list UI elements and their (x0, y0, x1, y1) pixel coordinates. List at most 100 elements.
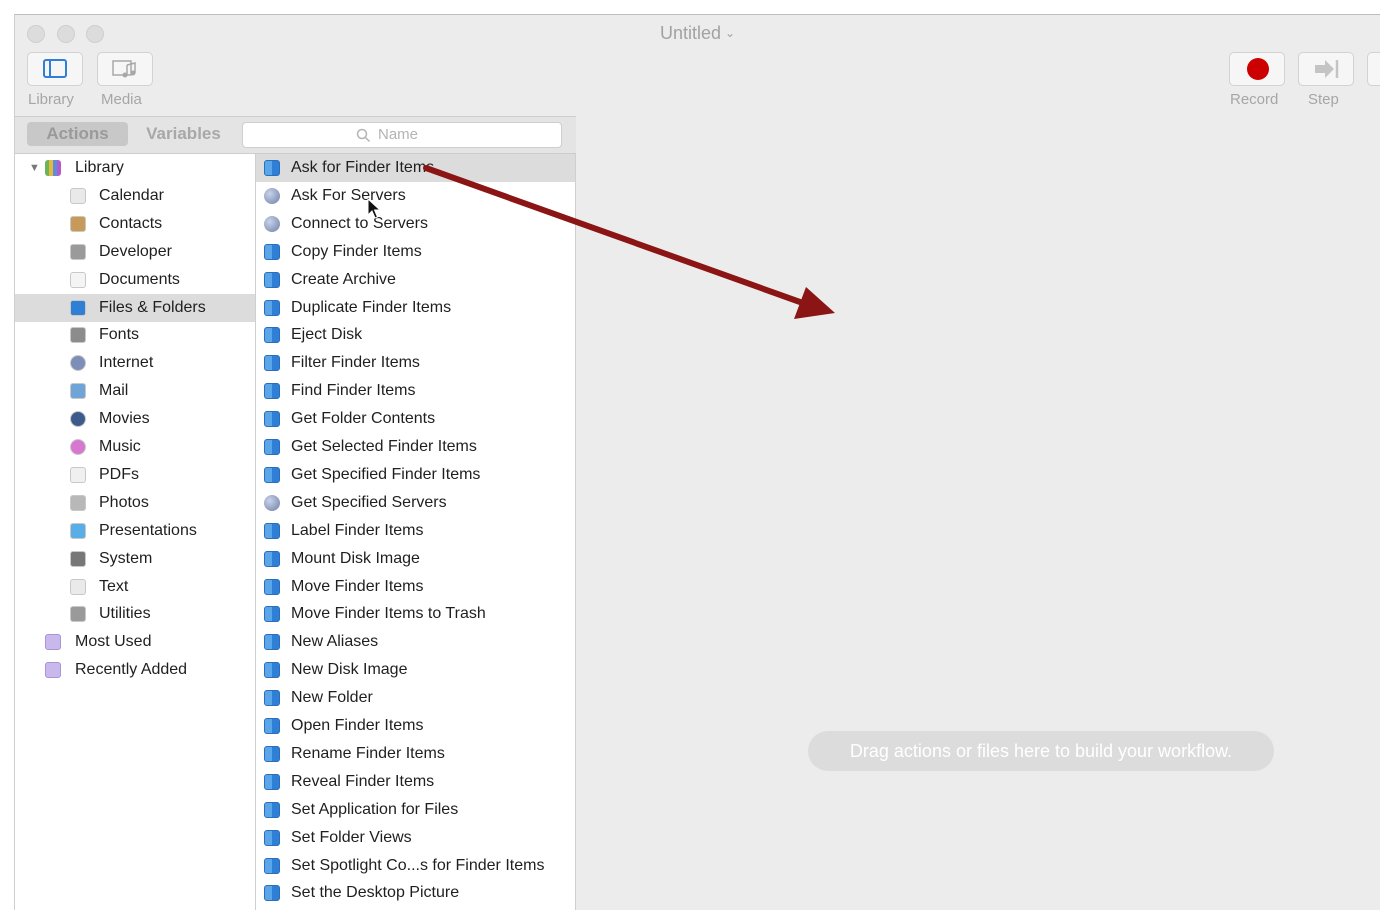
finder-icon (264, 857, 280, 874)
globe-icon (264, 494, 280, 511)
media-label: Media (101, 91, 142, 108)
search-icon (356, 128, 371, 143)
action-item-label: Rename Finder Items (291, 744, 445, 762)
action-item-label: Filter Finder Items (291, 354, 420, 372)
library-item-label: Text (99, 577, 129, 595)
documents-icon (70, 271, 86, 288)
library-item-label: Developer (99, 242, 172, 260)
library-item-label: Fonts (99, 326, 140, 344)
smart-folder-icon (45, 662, 61, 679)
action-item-label: Move Finder Items (291, 577, 424, 595)
record-button[interactable] (1229, 52, 1285, 86)
finder-icon (264, 327, 280, 344)
search-placeholder: Name (378, 126, 419, 143)
record-label: Record (1230, 91, 1279, 108)
tab-variables[interactable]: Variables (136, 122, 231, 146)
text-icon (70, 578, 86, 595)
library-item-label: Mail (99, 382, 129, 400)
step-label: Step (1308, 91, 1339, 108)
action-item-label: Find Finder Items (291, 382, 416, 400)
action-item-label: Label Finder Items (291, 521, 424, 539)
finder-icon (264, 662, 280, 679)
finder-icon (264, 773, 280, 790)
library-item-label: Presentations (99, 521, 197, 539)
library-icon (45, 160, 61, 176)
action-item-label: Get Specified Servers (291, 493, 447, 511)
library-item-label: Contacts (99, 214, 163, 232)
action-item-label: Create Archive (291, 270, 396, 288)
globe-icon (264, 215, 280, 232)
window-title-text: Untitled (659, 23, 721, 43)
window-title[interactable]: Untitled ⌄ (15, 23, 1380, 44)
library-root-label: Library (75, 159, 124, 176)
globe-icon (264, 187, 280, 204)
tab-actions[interactable]: Actions (27, 122, 128, 146)
fonts-icon (70, 327, 86, 344)
action-item-label: New Folder (291, 689, 373, 707)
action-item-label: Get Specified Finder Items (291, 465, 481, 483)
internet-icon (70, 355, 86, 372)
action-item-label: Mount Disk Image (291, 549, 420, 567)
photos-icon (70, 494, 86, 511)
presentations-icon (70, 522, 86, 539)
action-item-label: Get Selected Finder Items (291, 438, 477, 455)
library-label: Library (28, 91, 74, 108)
finder-icon (264, 411, 280, 428)
finder-icon (264, 885, 280, 902)
action-item-label: New Aliases (291, 633, 379, 651)
finder-icon (264, 606, 280, 623)
record-icon (1247, 58, 1269, 80)
title-bar: Untitled ⌄ Library Media Record Step (15, 15, 1380, 117)
finder-icon (264, 299, 280, 316)
finder-icon (264, 271, 280, 288)
library-item-label: Utilities (99, 605, 151, 623)
contacts-icon (70, 215, 86, 232)
media-button[interactable] (97, 52, 153, 86)
library-item-label: Music (99, 438, 141, 455)
library-item-label: Photos (99, 493, 149, 511)
action-item-label: New Disk Image (291, 661, 408, 679)
smart-group-label: Most Used (75, 633, 152, 651)
action-item-label: Set the Desktop Picture (291, 884, 460, 902)
finder-icon (264, 634, 280, 651)
finder-icon (264, 466, 280, 483)
mail-icon (70, 383, 86, 400)
finder-icon (264, 801, 280, 818)
action-item-label: Eject Disk (291, 326, 363, 344)
workflow-drop-hint: Drag actions or files here to build your… (808, 731, 1274, 771)
action-item-label: Open Finder Items (291, 717, 424, 734)
action-item-label: Get Folder Contents (291, 410, 436, 428)
actions-list[interactable]: Ask for Finder Items Ask For Servers Conne… (256, 154, 576, 910)
finder-icon (264, 355, 280, 372)
library-item-label: Documents (99, 270, 180, 288)
step-button[interactable] (1298, 52, 1354, 86)
overflow-toolbar-button[interactable] (1367, 52, 1380, 86)
music-icon (70, 439, 86, 455)
media-icon (112, 60, 136, 78)
finder-icon (264, 578, 280, 595)
developer-icon (70, 243, 86, 260)
finder-icon (264, 690, 280, 707)
action-item-label: Ask for Finder Items (291, 159, 435, 176)
library-list[interactable]: ▼ Library Calendar Contacts Developer Documen… (15, 154, 256, 910)
automator-window: Untitled ⌄ Library Media Record Step Act… (14, 14, 1380, 910)
library-item-label: Calendar (99, 186, 164, 204)
workflow-area[interactable]: Drag actions or files here to build your… (576, 116, 1380, 910)
utilities-icon (70, 606, 86, 623)
disclosure-triangle-icon[interactable]: ▼ (29, 154, 40, 182)
library-toggle-button[interactable] (27, 52, 83, 86)
action-item-label: Duplicate Finder Items (291, 298, 452, 316)
search-input[interactable]: Name (242, 122, 562, 148)
library-header: Actions Variables Name (15, 117, 577, 154)
action-item-label: Copy Finder Items (291, 242, 422, 260)
finder-icon (264, 439, 280, 455)
finder-icon (264, 160, 280, 176)
finder-icon (264, 718, 280, 734)
finder-icon (264, 243, 280, 260)
library-item-label: System (99, 549, 153, 567)
sidebar-icon (43, 59, 67, 78)
calendar-icon (70, 187, 86, 204)
files-and-folders-icon (70, 299, 86, 316)
library-item-label: Files & Folders (99, 298, 206, 316)
finder-icon (264, 829, 280, 846)
